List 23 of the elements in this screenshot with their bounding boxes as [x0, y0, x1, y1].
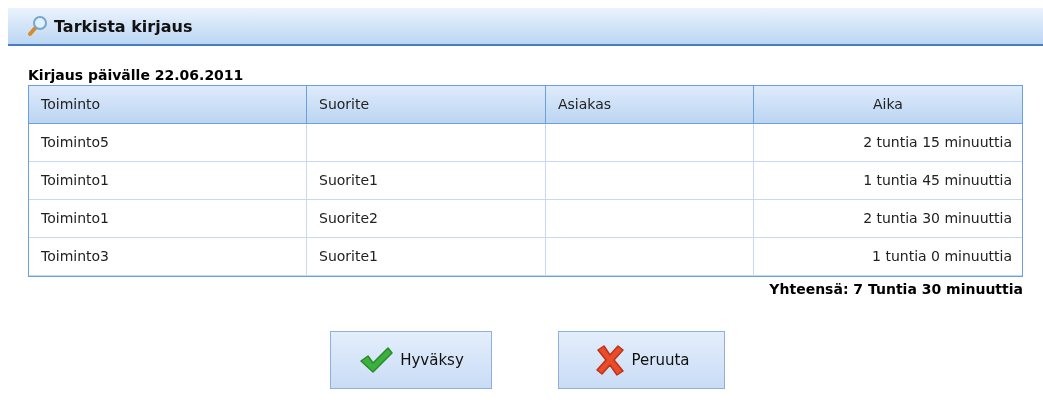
table-cell: Toiminto3	[29, 238, 307, 276]
column-header: Suorite	[307, 86, 546, 124]
window-title: Tarkista kirjaus	[54, 16, 193, 36]
table-cell: Toiminto1	[29, 162, 307, 200]
cancel-button[interactable]: Peruuta	[558, 331, 725, 389]
accept-button[interactable]: Hyväksy	[330, 331, 492, 389]
table-cell: 1 tuntia 0 minuuttia	[754, 238, 1022, 276]
table-cell: Suorite1	[307, 238, 546, 276]
table-cell: Toiminto5	[29, 124, 307, 162]
table-cell: 1 tuntia 45 minuuttia	[754, 162, 1022, 200]
table-cell: Suorite2	[307, 200, 546, 238]
table-cell: 2 tuntia 30 minuuttia	[754, 200, 1022, 238]
table-cell: Suorite1	[307, 162, 546, 200]
table-cell: Toiminto1	[29, 200, 307, 238]
search-icon	[26, 15, 48, 37]
cross-icon	[593, 344, 626, 376]
column-header: Toiminto	[29, 86, 307, 124]
column-header: Asiakas	[546, 86, 754, 124]
checkmark-icon	[358, 346, 395, 374]
table-cell: 2 tuntia 15 minuuttia	[754, 124, 1022, 162]
date-heading: Kirjaus päivälle 22.06.2011	[28, 66, 245, 85]
column-header: Aika	[754, 86, 1022, 124]
total-text: Yhteensä: 7 Tuntia 30 minuuttia	[768, 281, 1023, 297]
